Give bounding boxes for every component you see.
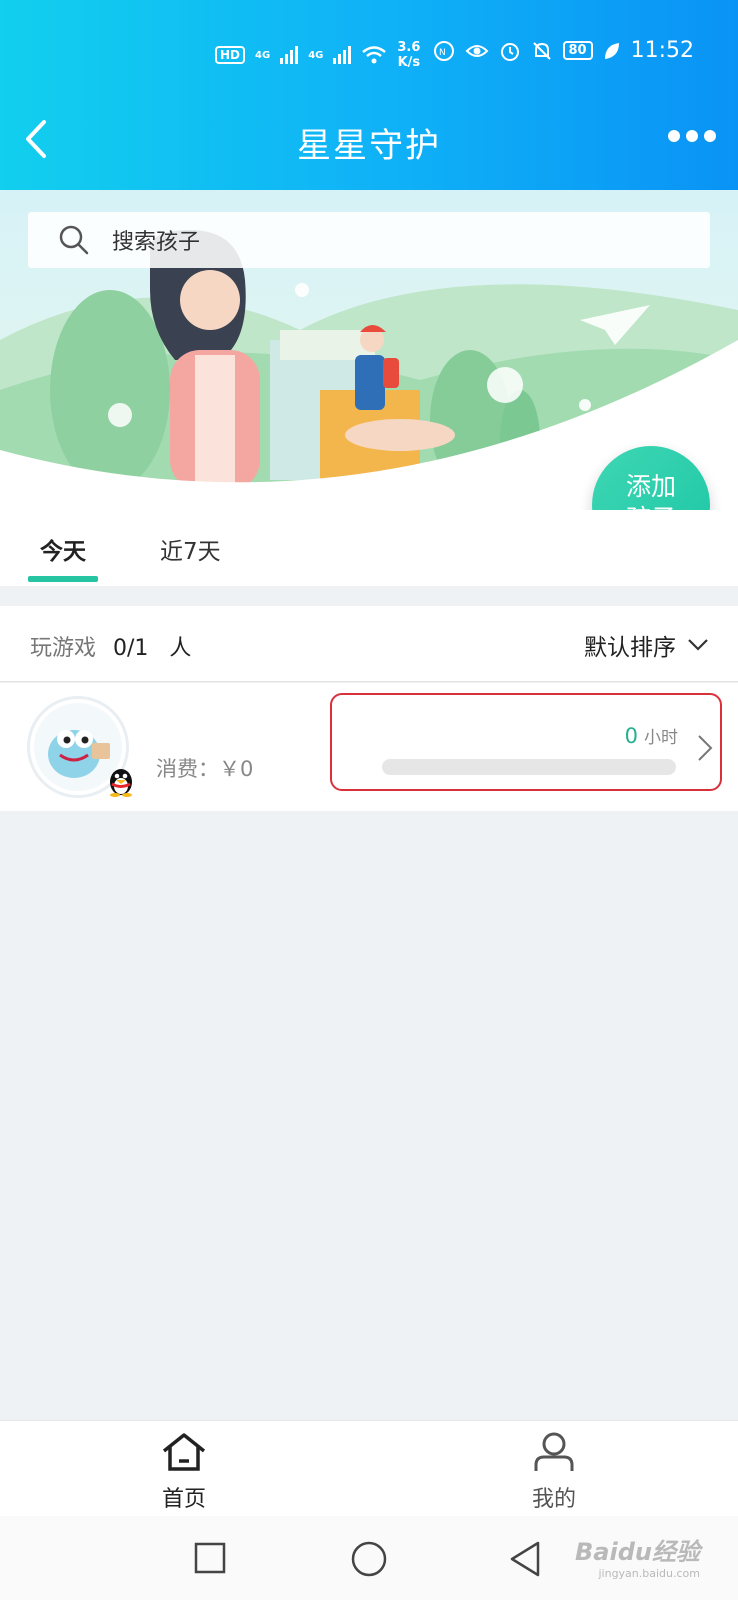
search-bar[interactable]: 搜索孩子 xyxy=(28,212,710,268)
svg-text:N: N xyxy=(439,48,446,58)
system-back-icon[interactable] xyxy=(508,1540,542,1578)
tab-last-7-days[interactable]: 近7天 xyxy=(160,532,221,566)
eye-icon xyxy=(465,44,488,57)
search-icon xyxy=(59,225,89,255)
period-tabs: 今天 近7天 xyxy=(0,510,738,586)
clock-time: 11:52 xyxy=(630,38,694,63)
more-options-icon[interactable] xyxy=(668,130,716,142)
home-circle-icon[interactable] xyxy=(350,1540,388,1578)
watermark-url: jingyan.baidu.com xyxy=(598,1567,700,1580)
app-header: HD 4G 4G 3.6 K/s N 80 11:52 星星守护 xyxy=(0,0,738,190)
summary-unit: 人 xyxy=(169,636,192,661)
summary-count: 0/1 xyxy=(113,636,149,661)
signal-icon xyxy=(280,46,299,64)
active-tab-indicator xyxy=(28,576,98,582)
recent-apps-icon[interactable] xyxy=(192,1540,228,1576)
nav-home[interactable]: 首页 xyxy=(124,1431,244,1513)
sort-dropdown[interactable]: 默认排序 xyxy=(584,628,710,662)
mute-bell-icon xyxy=(532,41,551,60)
signal-4g-label: 4G xyxy=(255,49,271,61)
spend-info: 消费：￥0 xyxy=(156,753,253,783)
hd-icon: HD xyxy=(215,46,246,64)
nav-home-label: 首页 xyxy=(161,1487,206,1512)
spend-label: 消费： xyxy=(156,757,219,781)
user-icon xyxy=(534,1432,574,1471)
nfc-icon: N xyxy=(433,40,454,61)
status-bar: HD 4G 4G 3.6 K/s N 80 11:52 xyxy=(0,30,738,80)
bottom-navigation: 首页 我的 xyxy=(0,1420,738,1516)
qq-penguin-icon xyxy=(110,769,132,797)
page-title: 星星守护 xyxy=(297,126,441,166)
baidu-watermark: Baidu经验 jingyan.baidu.com xyxy=(575,1532,700,1580)
search-input[interactable]: 搜索孩子 xyxy=(112,224,200,256)
battery-icon: 80 xyxy=(562,41,593,60)
tab-today[interactable]: 今天 xyxy=(40,532,86,566)
title-bar: 星星守护 xyxy=(0,100,738,180)
hours-unit: 小时 xyxy=(644,728,678,748)
system-navigation: Baidu经验 jingyan.baidu.com xyxy=(0,1516,738,1600)
chevron-right-icon[interactable] xyxy=(696,733,714,763)
sort-label: 默认排序 xyxy=(584,635,676,661)
network-speed: 3.6 K/s xyxy=(397,40,421,70)
home-icon xyxy=(162,1433,206,1471)
hours-value: 0 xyxy=(624,724,638,748)
summary-label: 玩游戏 xyxy=(30,636,97,661)
add-child-label-1: 添加 xyxy=(625,472,676,501)
nav-me[interactable]: 我的 xyxy=(494,1431,614,1513)
spend-value: ￥0 xyxy=(219,757,254,781)
wifi-icon xyxy=(362,46,387,64)
child-list-item[interactable]: 消费：￥0 0 小时 xyxy=(0,683,738,811)
alarm-icon xyxy=(500,42,519,61)
signal-4g-label-2: 4G xyxy=(308,49,324,61)
summary-bar: 玩游戏 0/1 人 默认排序 xyxy=(0,606,738,682)
watermark-brand: Baidu经验 xyxy=(575,1538,700,1566)
chevron-down-icon xyxy=(688,639,708,651)
signal-icon-2 xyxy=(333,46,352,64)
usage-progress-bar xyxy=(382,759,676,775)
play-hours: 0 小时 xyxy=(625,723,678,748)
nav-me-label: 我的 xyxy=(531,1487,576,1512)
leaf-icon xyxy=(604,42,619,59)
